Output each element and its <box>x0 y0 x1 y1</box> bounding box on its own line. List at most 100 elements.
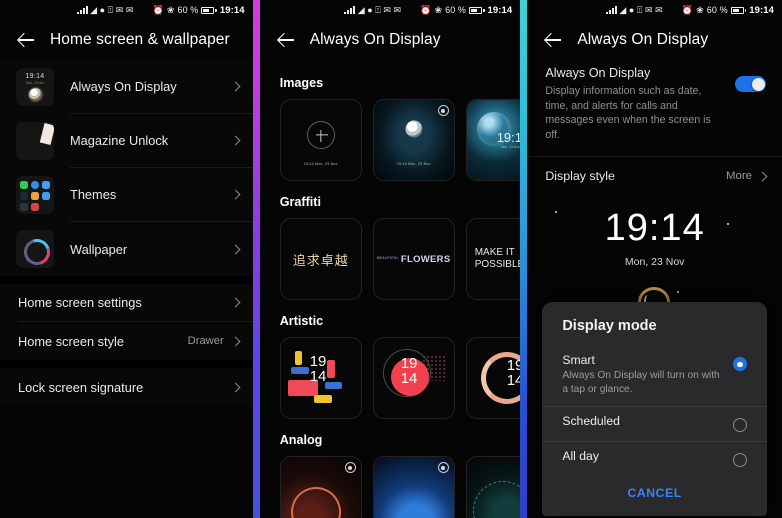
mail-icon: ✉ <box>655 4 663 15</box>
status-bar-panel3: ◢ ● ⍐ ✉ ✉ ⏰ ❀ 60 % 19:14 <box>527 0 782 20</box>
plus-icon <box>306 121 335 150</box>
app-bar-panel3: Always On Display <box>527 20 782 60</box>
back-arrow-icon[interactable] <box>16 30 36 50</box>
list-item-label: Magazine Unlock <box>70 133 169 148</box>
phone-app-icon <box>20 181 28 189</box>
alarm-icon: ⏰ <box>681 4 694 15</box>
list-item-label: Wallpaper <box>70 241 128 257</box>
dialog-option-all-day[interactable]: All day <box>542 441 767 476</box>
block-shape <box>313 395 332 403</box>
wifi-icon: ◢ <box>619 4 627 15</box>
battery-icon <box>469 6 485 14</box>
panel-home-screen-wallpaper: ◢ ● ⍐ ✉ ✉ ⏰ ❀ 60 % 19:14 Home screen & w… <box>0 0 253 518</box>
radio-button-scheduled[interactable] <box>733 418 747 432</box>
artistic-card-blocks[interactable]: 19 14 <box>279 337 362 419</box>
sidebar-item-magazine-unlock[interactable]: Magazine Unlock <box>0 114 253 168</box>
headphones-icon: ⍐ <box>107 4 114 15</box>
display-style-more-button[interactable]: More <box>726 170 768 182</box>
back-arrow-icon[interactable] <box>276 30 296 50</box>
cancel-button[interactable]: CANCEL <box>627 486 681 500</box>
graffiti-card-chinese[interactable]: 追求卓越 <box>279 218 362 300</box>
sidebar-item-themes[interactable]: Themes <box>0 168 253 222</box>
toggle-knob <box>751 77 765 91</box>
list-item-label: Always On Display <box>70 79 177 94</box>
card-date: Mon, 23 Nov <box>500 145 520 149</box>
aod-badge-icon <box>437 462 449 473</box>
section-title-analog: Analog <box>279 433 323 447</box>
artistic-card-ring[interactable]: 19 14 <box>465 337 521 419</box>
back-arrow-icon[interactable] <box>543 30 563 50</box>
analog-card-1[interactable] <box>279 456 362 518</box>
mail-icon: ✉ <box>644 4 653 15</box>
wifi-icon: ◢ <box>90 4 98 15</box>
add-image-card[interactable]: 19:14 Mon, 23 Nov <box>279 99 362 181</box>
block-shape <box>326 360 335 378</box>
list-item-value: Drawer <box>187 335 224 347</box>
analog-card-2[interactable] <box>372 456 455 518</box>
bubble-image-card[interactable]: 19:14 Mon, 23 Nov <box>465 99 521 181</box>
chevron-right-icon <box>230 135 241 146</box>
dialog-option-scheduled[interactable]: Scheduled <box>542 406 767 441</box>
card-row-graffiti: 追求卓越 BEAUTIFUL FLOWERS MAKE IT POSSIBLE <box>260 218 521 300</box>
chevron-right-icon <box>230 297 241 308</box>
sidebar-item-home-screen-style[interactable]: Home screen style Drawer <box>0 322 253 360</box>
three-panel-screenshot: ◢ ● ⍐ ✉ ✉ ⏰ ❀ 60 % 19:14 Home screen & w… <box>0 0 782 518</box>
thumb-date: Mon, 23 Nov <box>25 81 45 85</box>
alarm-icon: ⏰ <box>420 4 432 15</box>
aod-style-gallery: Images 19:14 Mon, 23 Nov 19:14 Mon, 23 N… <box>260 60 521 518</box>
section-title-images: Images <box>279 76 324 90</box>
status-bar-left-icons: ◢ ● ⍐ ✉ ✉ <box>76 4 134 15</box>
graffiti-card-flowers[interactable]: BEAUTIFUL FLOWERS <box>372 218 455 300</box>
dot-app-icon <box>31 181 39 189</box>
sidebar-item-wallpaper[interactable]: Wallpaper <box>0 222 253 276</box>
always-on-display-switch-row[interactable]: Always On Display Display information su… <box>527 60 782 158</box>
card-hour: 19 <box>506 357 521 374</box>
astronaut-image-card[interactable]: 19:14 Mon, 23 Nov <box>372 99 455 181</box>
display-style-row[interactable]: Display style More <box>527 157 782 193</box>
graffiti-text: 追求卓越 <box>292 252 349 268</box>
wifi-icon: ◢ <box>357 4 365 15</box>
mail-icon: ✉ <box>125 4 134 15</box>
sidebar-item-always-on-display[interactable]: 19:14 Mon, 23 Nov Always On Display <box>0 60 253 114</box>
always-on-display-toggle[interactable] <box>735 76 766 92</box>
battery-icon <box>201 6 217 14</box>
sidebar-item-home-screen-settings[interactable]: Home screen settings <box>0 284 253 322</box>
group-divider <box>0 276 253 284</box>
bubble-art: 19:14 Mon, 23 Nov <box>466 100 521 180</box>
option-description: Always On Display will turn on with a ta… <box>562 370 720 396</box>
list-item-label: Lock screen signature <box>18 379 144 395</box>
card-row-images: 19:14 Mon, 23 Nov 19:14 Mon, 23 Nov 19:1… <box>260 99 521 181</box>
aod-badge-icon <box>437 105 449 116</box>
analog-card-3[interactable] <box>465 456 521 518</box>
chevron-right-icon <box>230 189 241 200</box>
app-bar-panel1: Home screen & wallpaper <box>0 20 253 60</box>
status-bar-right-icons: ⏰ ❀ 60 % 19:14 <box>153 5 245 16</box>
artistic-card-circle[interactable]: 19 14 <box>372 337 455 419</box>
camera-app-icon <box>20 192 28 200</box>
option-label: Smart <box>562 353 595 368</box>
messages-app-icon <box>42 181 50 189</box>
preview-clock: 19:14 <box>604 207 705 250</box>
sidebar-item-lock-screen-signature[interactable]: Lock screen signature <box>0 368 253 406</box>
graffiti-card-make[interactable]: MAKE IT POSSIBLE <box>465 218 521 300</box>
bluetooth-icon: ❀ <box>434 4 443 15</box>
settings-group-lock-screen: Lock screen signature <box>0 368 253 406</box>
battery-percent-label: 60 % <box>706 5 728 15</box>
battery-percent-label: 60 % <box>445 5 467 15</box>
dialog-option-smart[interactable]: Smart Always On Display will turn on wit… <box>542 346 767 406</box>
graffiti-text: FLOWERS <box>400 253 451 265</box>
option-label: Scheduled <box>562 414 620 428</box>
panel-always-on-display-settings: ◢ ● ⍐ ✉ ✉ ⏰ ❀ 60 % 19:14 Always On Displ… <box>527 0 782 518</box>
radio-button-smart[interactable] <box>733 357 747 372</box>
switch-description: Display information such as date, time, … <box>545 85 711 141</box>
thumb-clock: 19:14 <box>25 73 45 80</box>
card-caption: 19:14 Mon, 23 Nov <box>396 162 431 166</box>
card-minute: 14 <box>400 370 418 387</box>
radio-button-all-day[interactable] <box>733 453 747 467</box>
graffiti-subtext: BEAUTIFUL <box>376 256 399 261</box>
headphones-icon: ⍐ <box>375 4 381 15</box>
display-style-label: Display style <box>545 169 615 184</box>
settings-app-icon <box>20 203 28 211</box>
chevron-right-icon <box>230 81 241 92</box>
panel-separator-cyan <box>520 0 528 518</box>
